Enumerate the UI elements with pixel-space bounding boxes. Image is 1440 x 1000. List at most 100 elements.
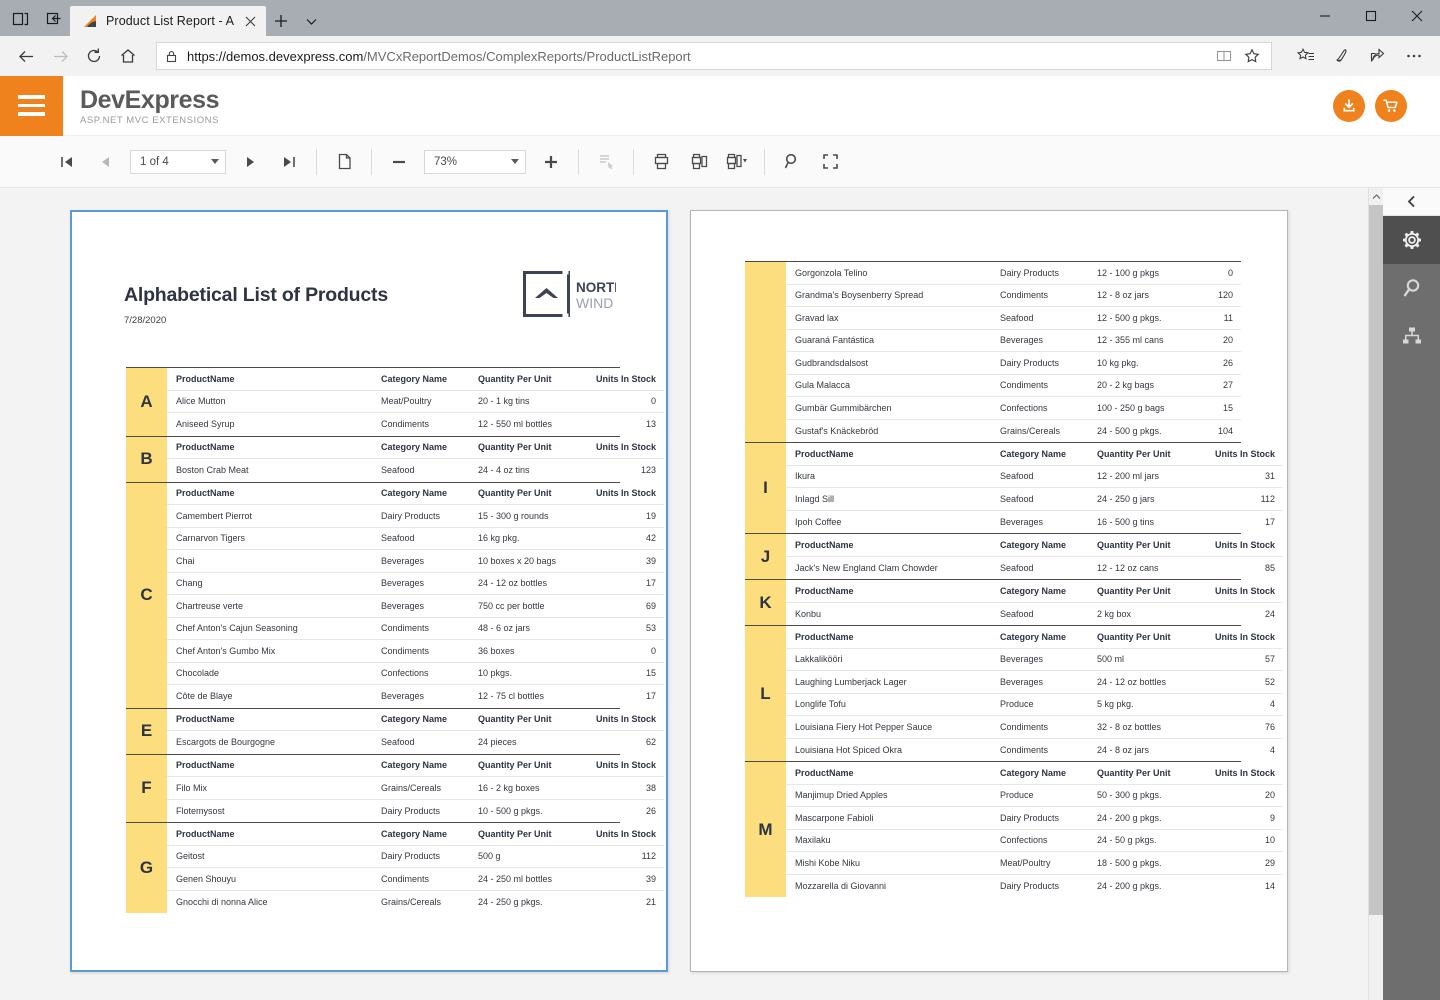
report-page[interactable]: Alphabetical List of Products7/28/2020NO… [70, 210, 668, 972]
toolbar-separator [764, 149, 765, 175]
address-url[interactable]: https://demos.devexpress.com/MVCxReportD… [187, 49, 1203, 64]
previous-page-button[interactable] [86, 145, 124, 179]
parameters-button[interactable] [1383, 216, 1440, 264]
zoom-out-button[interactable] [380, 145, 418, 179]
cell-units: 112 [596, 851, 664, 861]
report-title: Alphabetical List of Products [124, 284, 388, 307]
zoom-in-button[interactable] [532, 145, 570, 179]
home-icon[interactable] [112, 40, 144, 72]
tab-close-icon[interactable] [242, 13, 258, 29]
group-rows: ProductNameCategory NameQuantity Per Uni… [786, 443, 1283, 533]
table-row: Aniseed SyrupCondiments12 - 550 ml bottl… [167, 413, 664, 436]
close-icon[interactable] [1394, 0, 1440, 32]
cell-productname: Chef Anton's Cajun Seasoning [167, 623, 381, 633]
print-button[interactable] [642, 145, 680, 179]
document-area[interactable]: Alphabetical List of Products7/28/2020NO… [0, 188, 1368, 1000]
favorites-list-icon[interactable] [1290, 40, 1322, 72]
scroll-up-arrow-icon[interactable] [1369, 188, 1384, 205]
forward-arrow-icon[interactable] [44, 40, 76, 72]
cell-productname: Gnocchi di nonna Alice [167, 897, 381, 907]
table-row: Jack's New England Clam ChowderSeafood12… [786, 557, 1283, 580]
cell-category: Beverages [381, 691, 478, 701]
tab-preview-icon[interactable] [10, 8, 30, 28]
first-page-button[interactable] [48, 145, 86, 179]
side-panel-filler [1383, 360, 1440, 1000]
scrollbar-thumb[interactable] [1369, 205, 1384, 915]
cell-quantity: 2 kg box [1097, 609, 1215, 619]
fullscreen-button[interactable] [811, 145, 849, 179]
cell-units: 0 [1215, 268, 1241, 278]
cell-quantity: 24 - 50 g pkgs. [1097, 835, 1215, 845]
chevron-down-icon[interactable] [511, 159, 519, 164]
toolbar-separator [633, 149, 634, 175]
document-map-icon [1400, 324, 1424, 348]
column-header-units: Units In Stock [596, 714, 664, 724]
table-row: Louisiana Hot Spiced OkraCondiments24 - … [786, 739, 1283, 762]
vertical-scrollbar[interactable] [1368, 188, 1383, 1000]
search-button[interactable] [773, 145, 811, 179]
cell-units: 62 [596, 737, 664, 747]
site-header: DevExpress ASP.NET MVC EXTENSIONS [0, 76, 1440, 136]
table-row: Alice MuttonMeat/Poultry20 - 1 kg tins0 [167, 391, 664, 414]
collapse-panel-button[interactable] [1383, 188, 1440, 216]
print-page-button[interactable] [680, 145, 718, 179]
column-header-units: Units In Stock [596, 488, 664, 498]
cell-category: Condiments [1000, 380, 1097, 390]
hamburger-menu-icon[interactable] [0, 76, 63, 136]
chevron-down-icon[interactable] [211, 159, 219, 164]
cell-quantity: 12 - 100 g pkgs [1097, 268, 1215, 278]
cell-quantity: 24 - 8 oz jars [1097, 745, 1215, 755]
cell-productname: Grandma's Boysenberry Spread [786, 290, 1000, 300]
group-rows: ProductNameCategory NameQuantity Per Uni… [786, 762, 1283, 897]
export-button[interactable] [718, 145, 756, 179]
cart-button[interactable] [1375, 90, 1407, 122]
cell-category: Condiments [1000, 745, 1097, 755]
cell-category: Condiments [1000, 290, 1097, 300]
minimize-icon[interactable] [1302, 0, 1348, 32]
more-settings-icon[interactable] [1398, 40, 1430, 72]
document-map-button[interactable] [1383, 312, 1440, 360]
table-row: ChangBeverages24 - 12 oz bottles17 [167, 573, 664, 596]
search-panel-button[interactable] [1383, 264, 1440, 312]
page-view-button[interactable] [325, 145, 363, 179]
cell-productname: Longlife Tofu [786, 699, 1000, 709]
browser-tab[interactable]: Product List Report - AS [70, 6, 266, 36]
last-page-button[interactable] [270, 145, 308, 179]
cell-quantity: 12 - 355 ml cans [1097, 335, 1215, 345]
report-pages: Alphabetical List of Products7/28/2020NO… [70, 210, 1288, 1000]
next-page-button[interactable] [232, 145, 270, 179]
maximize-icon[interactable] [1348, 0, 1394, 32]
refresh-icon[interactable] [78, 40, 110, 72]
column-header-quantity: Quantity Per Unit [1097, 449, 1215, 459]
column-header-category: Category Name [381, 714, 478, 724]
cell-units: 120 [1215, 290, 1241, 300]
star-icon[interactable] [1239, 44, 1265, 68]
table-row: Escargots de BourgogneSeafood24 pieces62 [167, 731, 664, 754]
cell-units: 39 [596, 556, 664, 566]
new-tab-button[interactable] [266, 6, 296, 36]
zoom-level-combo[interactable]: 73% [424, 150, 526, 174]
letter-group: LProductNameCategory NameQuantity Per Un… [745, 625, 1241, 761]
share-icon[interactable] [1362, 40, 1394, 72]
cell-productname: Chai [167, 556, 381, 566]
cell-category: Beverages [1000, 677, 1097, 687]
cell-productname: Chang [167, 578, 381, 588]
back-arrow-icon[interactable] [10, 40, 42, 72]
page-number-combo[interactable]: 1 of 4 [130, 150, 226, 174]
table-row: Gustaf's KnäckebrödGrains/Cereals24 - 50… [786, 420, 1241, 443]
cell-units: 15 [596, 668, 664, 678]
report-page[interactable]: Gorgonzola TelinoDairy Products12 - 100 … [690, 210, 1288, 972]
reading-view-icon[interactable] [1211, 44, 1237, 68]
cell-productname: Maxilaku [786, 835, 1000, 845]
column-header-category: Category Name [381, 829, 478, 839]
cell-category: Produce [1000, 790, 1097, 800]
table-row: Camembert PierrotDairy Products15 - 300 … [167, 505, 664, 528]
chevron-down-icon[interactable] [296, 6, 326, 36]
download-button[interactable] [1333, 90, 1365, 122]
web-notes-icon[interactable] [1326, 40, 1358, 72]
set-aside-tabs-icon[interactable] [44, 8, 64, 28]
address-bar[interactable]: https://demos.devexpress.com/MVCxReportD… [156, 42, 1272, 70]
table-row: Ipoh CoffeeBeverages16 - 500 g tins17 [786, 511, 1283, 534]
multipage-button[interactable] [587, 145, 625, 179]
cell-category: Beverages [1000, 654, 1097, 664]
